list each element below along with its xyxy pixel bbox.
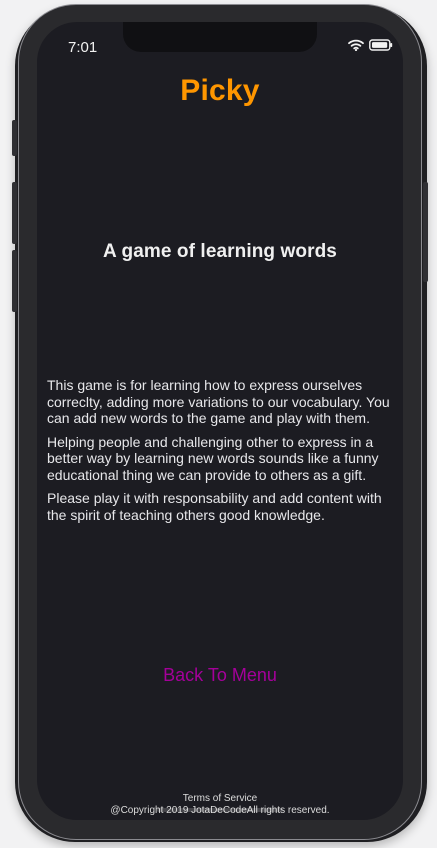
game-description: This game is for learning how to express… <box>47 377 394 530</box>
description-paragraph-1: This game is for learning how to express… <box>47 377 390 426</box>
status-icons <box>348 39 393 51</box>
wifi-icon <box>348 39 364 51</box>
camera-notch <box>123 22 317 52</box>
app-screen: 7:01 Picky A game of learning words This… <box>37 22 403 820</box>
volume-down-button <box>12 250 17 312</box>
battery-icon <box>369 39 393 51</box>
terms-of-service-link[interactable]: Terms of Service <box>37 793 403 804</box>
status-time: 7:01 <box>68 39 98 56</box>
volume-up-button <box>12 182 17 244</box>
footer: Terms of Service @Copyright 2019 JotaDeC… <box>37 793 403 816</box>
description-paragraph-3: Please play it with responsability and a… <box>47 490 382 523</box>
phone-device: 7:01 Picky A game of learning words This… <box>0 0 437 848</box>
app-title: Picky <box>180 74 260 107</box>
page-subtitle: A game of learning words <box>103 241 337 262</box>
power-button <box>423 182 428 282</box>
back-to-menu-link[interactable]: Back To Menu <box>37 665 403 686</box>
home-indicator <box>157 808 283 812</box>
mute-switch <box>12 120 17 156</box>
description-paragraph-2: Helping people and challenging other to … <box>47 433 379 483</box>
